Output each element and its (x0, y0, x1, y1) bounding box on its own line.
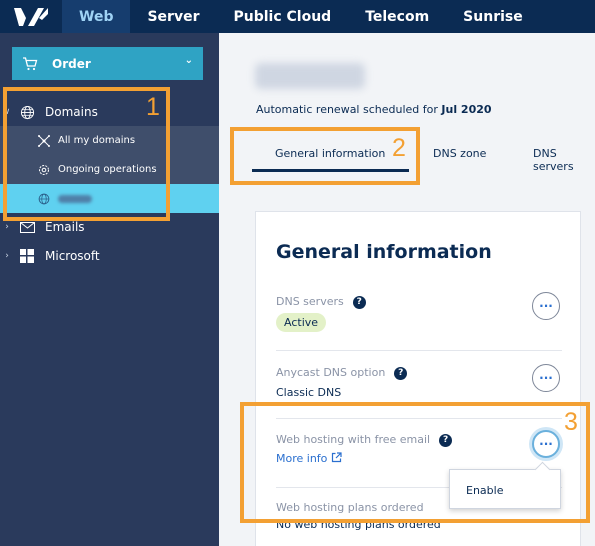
chevron-right-icon: › (5, 222, 9, 232)
sidebar-item-label: Microsoft (45, 249, 100, 263)
tab-dns-servers[interactable]: DNS servers (533, 147, 595, 173)
dns-servers-actions-button[interactable]: ··· (532, 292, 560, 320)
blurred-page-title (255, 63, 365, 89)
help-icon[interactable]: ? (439, 433, 453, 447)
help-icon[interactable]: ? (394, 366, 408, 380)
renewal-text: Automatic renewal scheduled for (256, 103, 442, 116)
more-info-link[interactable]: More info (276, 452, 342, 465)
renewal-info: Automatic renewal scheduled for Jul 2020 (256, 103, 492, 116)
sidebar-item-ongoing-operations[interactable]: Ongoing operations (0, 155, 219, 184)
enable-menu-item[interactable]: Enable (466, 484, 503, 497)
sidebar-item-label: Ongoing operations (58, 164, 157, 175)
card-title: General information (276, 241, 492, 263)
annotation-number-2: 2 (392, 134, 406, 162)
web-hosting-actions-button[interactable]: ··· (532, 430, 560, 458)
globe-icon (14, 105, 40, 120)
anycast-field: Anycast DNS option? (276, 366, 408, 380)
anycast-value: Classic DNS (276, 386, 342, 399)
nav-web[interactable]: Web (62, 0, 131, 33)
sidebar-item-microsoft[interactable]: › Microsoft (0, 244, 219, 268)
gear-icon (30, 163, 58, 177)
network-icon (30, 134, 58, 148)
windows-icon (14, 249, 40, 263)
status-badge: Active (276, 313, 327, 332)
order-label: Order (52, 56, 91, 71)
annotation-number-1: 1 (146, 93, 160, 121)
envelope-icon (14, 221, 40, 233)
plans-field-label: Web hosting plans ordered (276, 501, 424, 514)
top-navigation: Web Server Public Cloud Telecom Sunrise (0, 0, 595, 33)
sidebar-item-emails[interactable]: › Emails (0, 215, 219, 239)
renewal-date: Jul 2020 (441, 103, 492, 116)
active-tab-indicator (252, 169, 409, 172)
globe-icon (30, 193, 58, 205)
nav-server[interactable]: Server (130, 0, 216, 33)
divider (276, 418, 562, 419)
sidebar-item-label: Domains (45, 105, 98, 119)
sidebar: Order ⌄ ∨ Domains All my domains Ongoing… (0, 33, 219, 546)
field-label: Web hosting with free email (276, 433, 431, 446)
divider (276, 350, 562, 351)
plans-value: No web hosting plans ordered (276, 518, 441, 531)
more-info-label: More info (276, 452, 328, 465)
sidebar-item-domains[interactable]: ∨ Domains (0, 100, 219, 124)
sidebar-item-label: All my domains (58, 135, 136, 146)
sidebar-item-label: Emails (45, 220, 85, 234)
actions-dropdown-menu: Enable (449, 469, 561, 509)
tab-dns-zone[interactable]: DNS zone (433, 147, 486, 160)
web-hosting-field: Web hosting with free email? (276, 433, 453, 447)
cart-icon (22, 56, 44, 71)
dns-servers-field: DNS servers? (276, 295, 366, 309)
blurred-domain-name (58, 194, 92, 203)
tab-general-information[interactable]: General information (275, 147, 385, 160)
sidebar-item-all-my-domains[interactable]: All my domains (0, 126, 219, 155)
order-button[interactable]: Order ⌄ (12, 47, 203, 80)
sidebar-item-selected-domain[interactable] (0, 184, 219, 213)
chevron-down-icon: ∨ (3, 107, 11, 117)
external-link-icon (331, 452, 342, 465)
nav-telecom[interactable]: Telecom (348, 0, 446, 33)
chevron-down-icon: ⌄ (184, 55, 193, 66)
anycast-actions-button[interactable]: ··· (532, 364, 560, 392)
help-icon[interactable]: ? (352, 295, 366, 309)
field-label: Anycast DNS option (276, 366, 386, 379)
nav-public-cloud[interactable]: Public Cloud (216, 0, 348, 33)
field-label: DNS servers (276, 295, 344, 308)
annotation-number-3: 3 (564, 408, 578, 436)
nav-sunrise[interactable]: Sunrise (446, 0, 540, 33)
tab-bar: General information DNS zone DNS servers (219, 138, 595, 174)
chevron-right-icon: › (5, 251, 9, 261)
ovh-logo[interactable] (0, 0, 62, 33)
